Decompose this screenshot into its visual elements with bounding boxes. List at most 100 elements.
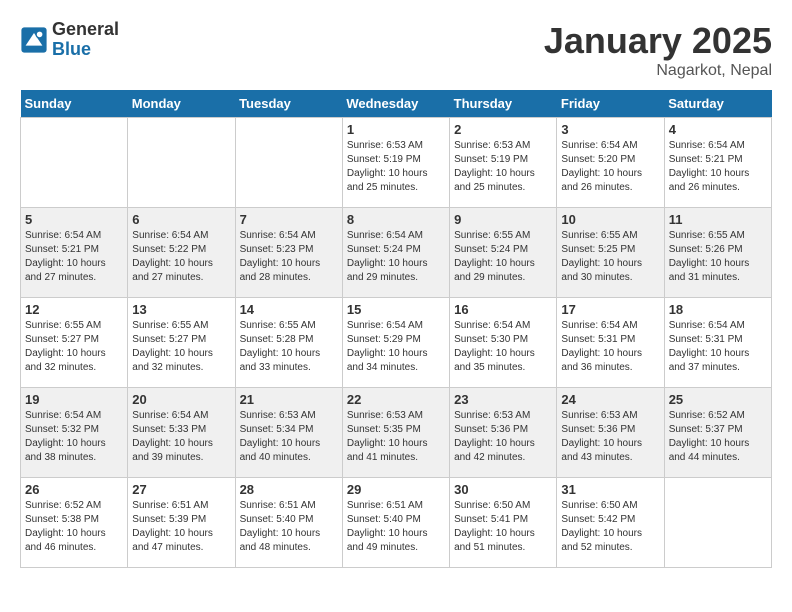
day-info: Sunrise: 6:50 AMSunset: 5:41 PMDaylight:… bbox=[454, 499, 552, 555]
day-number: 10 bbox=[561, 212, 659, 227]
title-block: January 2025 Nagarkot, Nepal bbox=[544, 20, 772, 80]
calendar-week-row: 12 Sunrise: 6:55 AMSunset: 5:27 PMDayligh… bbox=[21, 298, 772, 388]
calendar-day-cell: 7 Sunrise: 6:54 AMSunset: 5:23 PMDaylight… bbox=[235, 208, 342, 298]
day-info: Sunrise: 6:55 AMSunset: 5:27 PMDaylight:… bbox=[132, 319, 230, 375]
calendar-header-row: SundayMondayTuesdayWednesdayThursdayFrid… bbox=[21, 90, 772, 118]
day-number: 5 bbox=[25, 212, 123, 227]
weekday-header: Monday bbox=[128, 90, 235, 118]
day-info: Sunrise: 6:54 AMSunset: 5:31 PMDaylight:… bbox=[561, 319, 659, 375]
day-number: 18 bbox=[669, 302, 767, 317]
calendar-day-cell: 15 Sunrise: 6:54 AMSunset: 5:29 PMDayligh… bbox=[342, 298, 449, 388]
day-number: 29 bbox=[347, 482, 445, 497]
day-number: 9 bbox=[454, 212, 552, 227]
weekday-header: Saturday bbox=[664, 90, 771, 118]
weekday-header: Wednesday bbox=[342, 90, 449, 118]
weekday-header: Tuesday bbox=[235, 90, 342, 118]
day-info: Sunrise: 6:54 AMSunset: 5:33 PMDaylight:… bbox=[132, 409, 230, 465]
day-number: 25 bbox=[669, 392, 767, 407]
calendar-week-row: 1 Sunrise: 6:53 AMSunset: 5:19 PMDaylight… bbox=[21, 118, 772, 208]
day-info: Sunrise: 6:53 AMSunset: 5:34 PMDaylight:… bbox=[240, 409, 338, 465]
logo-icon bbox=[20, 26, 48, 54]
day-number: 20 bbox=[132, 392, 230, 407]
day-info: Sunrise: 6:53 AMSunset: 5:35 PMDaylight:… bbox=[347, 409, 445, 465]
weekday-header: Sunday bbox=[21, 90, 128, 118]
day-info: Sunrise: 6:54 AMSunset: 5:29 PMDaylight:… bbox=[347, 319, 445, 375]
calendar-day-cell: 3 Sunrise: 6:54 AMSunset: 5:20 PMDaylight… bbox=[557, 118, 664, 208]
day-info: Sunrise: 6:54 AMSunset: 5:32 PMDaylight:… bbox=[25, 409, 123, 465]
day-number: 7 bbox=[240, 212, 338, 227]
day-info: Sunrise: 6:53 AMSunset: 5:19 PMDaylight:… bbox=[347, 139, 445, 195]
calendar-week-row: 26 Sunrise: 6:52 AMSunset: 5:38 PMDayligh… bbox=[21, 478, 772, 568]
day-number: 12 bbox=[25, 302, 123, 317]
calendar-day-cell: 23 Sunrise: 6:53 AMSunset: 5:36 PMDayligh… bbox=[450, 388, 557, 478]
calendar-day-cell: 2 Sunrise: 6:53 AMSunset: 5:19 PMDaylight… bbox=[450, 118, 557, 208]
calendar-day-cell: 9 Sunrise: 6:55 AMSunset: 5:24 PMDaylight… bbox=[450, 208, 557, 298]
day-number: 8 bbox=[347, 212, 445, 227]
calendar-day-cell: 25 Sunrise: 6:52 AMSunset: 5:37 PMDayligh… bbox=[664, 388, 771, 478]
calendar-day-cell bbox=[664, 478, 771, 568]
day-info: Sunrise: 6:54 AMSunset: 5:30 PMDaylight:… bbox=[454, 319, 552, 375]
day-number: 26 bbox=[25, 482, 123, 497]
day-info: Sunrise: 6:54 AMSunset: 5:22 PMDaylight:… bbox=[132, 229, 230, 285]
logo-general-text: General bbox=[52, 20, 119, 40]
day-number: 16 bbox=[454, 302, 552, 317]
calendar-day-cell: 31Sunrise: 6:50 AMSunset: 5:42 PMDayligh… bbox=[557, 478, 664, 568]
calendar-day-cell: 18 Sunrise: 6:54 AMSunset: 5:31 PMDayligh… bbox=[664, 298, 771, 388]
calendar-day-cell: 29 Sunrise: 6:51 AMSunset: 5:40 PMDayligh… bbox=[342, 478, 449, 568]
day-info: Sunrise: 6:55 AMSunset: 5:25 PMDaylight:… bbox=[561, 229, 659, 285]
logo-text: General Blue bbox=[52, 20, 119, 60]
weekday-header: Friday bbox=[557, 90, 664, 118]
day-number: 2 bbox=[454, 122, 552, 137]
calendar-day-cell: 12 Sunrise: 6:55 AMSunset: 5:27 PMDayligh… bbox=[21, 298, 128, 388]
day-info: Sunrise: 6:54 AMSunset: 5:21 PMDaylight:… bbox=[25, 229, 123, 285]
calendar-day-cell: 1 Sunrise: 6:53 AMSunset: 5:19 PMDaylight… bbox=[342, 118, 449, 208]
day-info: Sunrise: 6:54 AMSunset: 5:20 PMDaylight:… bbox=[561, 139, 659, 195]
day-info: Sunrise: 6:53 AMSunset: 5:36 PMDaylight:… bbox=[454, 409, 552, 465]
calendar-day-cell: 5 Sunrise: 6:54 AMSunset: 5:21 PMDaylight… bbox=[21, 208, 128, 298]
calendar-day-cell bbox=[235, 118, 342, 208]
day-info: Sunrise: 6:55 AMSunset: 5:24 PMDaylight:… bbox=[454, 229, 552, 285]
location-text: Nagarkot, Nepal bbox=[544, 62, 772, 80]
day-number: 28 bbox=[240, 482, 338, 497]
calendar-day-cell: 19Sunrise: 6:54 AMSunset: 5:32 PMDayligh… bbox=[21, 388, 128, 478]
calendar-day-cell: 20 Sunrise: 6:54 AMSunset: 5:33 PMDayligh… bbox=[128, 388, 235, 478]
calendar-day-cell bbox=[128, 118, 235, 208]
page-header: General Blue January 2025 Nagarkot, Nepa… bbox=[20, 20, 772, 80]
day-info: Sunrise: 6:54 AMSunset: 5:24 PMDaylight:… bbox=[347, 229, 445, 285]
day-info: Sunrise: 6:55 AMSunset: 5:28 PMDaylight:… bbox=[240, 319, 338, 375]
day-number: 6 bbox=[132, 212, 230, 227]
calendar-day-cell: 8 Sunrise: 6:54 AMSunset: 5:24 PMDaylight… bbox=[342, 208, 449, 298]
calendar-day-cell: 14Sunrise: 6:55 AMSunset: 5:28 PMDayligh… bbox=[235, 298, 342, 388]
calendar-day-cell: 4Sunrise: 6:54 AMSunset: 5:21 PMDaylight… bbox=[664, 118, 771, 208]
day-number: 21 bbox=[240, 392, 338, 407]
calendar-day-cell: 17 Sunrise: 6:54 AMSunset: 5:31 PMDayligh… bbox=[557, 298, 664, 388]
day-number: 1 bbox=[347, 122, 445, 137]
day-info: Sunrise: 6:54 AMSunset: 5:31 PMDaylight:… bbox=[669, 319, 767, 375]
day-number: 24 bbox=[561, 392, 659, 407]
day-number: 27 bbox=[132, 482, 230, 497]
calendar-day-cell: 26 Sunrise: 6:52 AMSunset: 5:38 PMDayligh… bbox=[21, 478, 128, 568]
day-info: Sunrise: 6:54 AMSunset: 5:23 PMDaylight:… bbox=[240, 229, 338, 285]
calendar-day-cell: 10 Sunrise: 6:55 AMSunset: 5:25 PMDayligh… bbox=[557, 208, 664, 298]
day-info: Sunrise: 6:52 AMSunset: 5:38 PMDaylight:… bbox=[25, 499, 123, 555]
day-number: 23 bbox=[454, 392, 552, 407]
day-number: 3 bbox=[561, 122, 659, 137]
day-info: Sunrise: 6:52 AMSunset: 5:37 PMDaylight:… bbox=[669, 409, 767, 465]
day-info: Sunrise: 6:51 AMSunset: 5:40 PMDaylight:… bbox=[347, 499, 445, 555]
day-info: Sunrise: 6:55 AMSunset: 5:27 PMDaylight:… bbox=[25, 319, 123, 375]
logo: General Blue bbox=[20, 20, 119, 60]
day-number: 31 bbox=[561, 482, 659, 497]
day-info: Sunrise: 6:54 AMSunset: 5:21 PMDaylight:… bbox=[669, 139, 767, 195]
calendar-day-cell: 28Sunrise: 6:51 AMSunset: 5:40 PMDayligh… bbox=[235, 478, 342, 568]
calendar-day-cell: 24Sunrise: 6:53 AMSunset: 5:36 PMDayligh… bbox=[557, 388, 664, 478]
day-number: 17 bbox=[561, 302, 659, 317]
day-number: 11 bbox=[669, 212, 767, 227]
calendar-day-cell: 22Sunrise: 6:53 AMSunset: 5:35 PMDayligh… bbox=[342, 388, 449, 478]
day-info: Sunrise: 6:53 AMSunset: 5:19 PMDaylight:… bbox=[454, 139, 552, 195]
day-number: 15 bbox=[347, 302, 445, 317]
calendar-day-cell bbox=[21, 118, 128, 208]
day-number: 13 bbox=[132, 302, 230, 317]
calendar-table: SundayMondayTuesdayWednesdayThursdayFrid… bbox=[20, 90, 772, 568]
logo-blue-text: Blue bbox=[52, 40, 119, 60]
calendar-day-cell: 30Sunrise: 6:50 AMSunset: 5:41 PMDayligh… bbox=[450, 478, 557, 568]
